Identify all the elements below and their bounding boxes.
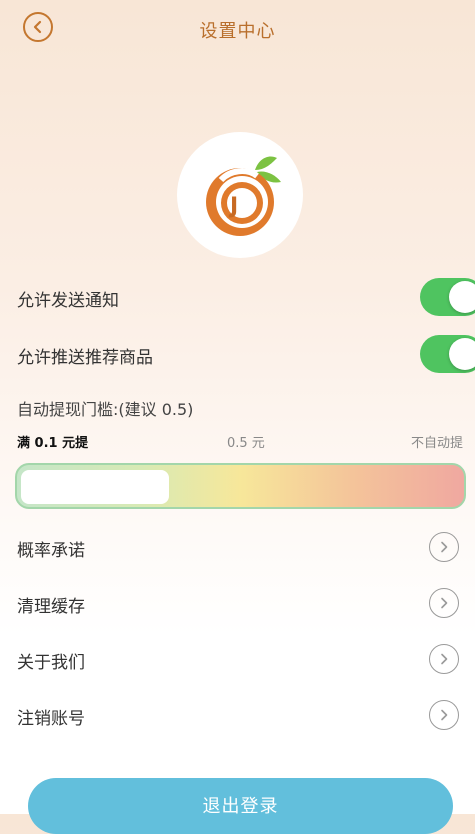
menu-item-about[interactable]: 关于我们: [0, 638, 475, 682]
menu-item-delete-account[interactable]: 注销账号: [0, 694, 475, 738]
menu-label: 注销账号: [17, 709, 85, 729]
toggle-label-notifications: 允许发送通知: [17, 291, 119, 311]
toggle-row-notifications: 允许发送通知: [17, 278, 475, 318]
menu-label: 清理缓存: [17, 597, 85, 617]
threshold-scale-left: 满 0.1 元提: [17, 436, 89, 451]
orange-logo-icon: [206, 156, 281, 236]
toggle-knob: [449, 338, 475, 370]
chevron-right-circle-icon: [429, 644, 459, 674]
notifications-toggle[interactable]: [420, 278, 475, 316]
logout-button[interactable]: 退出登录: [28, 778, 453, 834]
menu-item-probability[interactable]: 概率承诺: [0, 526, 475, 570]
toggle-row-recommend: 允许推送推荐商品: [17, 335, 475, 375]
app-logo: J: [177, 132, 303, 258]
menu-item-clear-cache[interactable]: 清理缓存: [0, 582, 475, 626]
top-bar: 设置中心: [0, 0, 475, 60]
chevron-right-circle-icon: [429, 532, 459, 562]
threshold-scale-mid: 0.5 元: [227, 436, 265, 451]
threshold-scale-right: 不自动提: [410, 436, 463, 451]
page-title: 设置中心: [199, 21, 276, 42]
chevron-right-circle-icon: [429, 700, 459, 730]
threshold-slider[interactable]: [15, 463, 466, 509]
threshold-title: 自动提现门槛:(建议 0.5): [17, 400, 194, 419]
toggle-label-recommend: 允许推送推荐商品: [17, 348, 153, 368]
slider-handle[interactable]: [21, 470, 169, 504]
toggle-knob: [449, 281, 475, 313]
chevron-right-circle-icon: [429, 588, 459, 618]
menu-label: 概率承诺: [17, 541, 85, 561]
menu-label: 关于我们: [17, 653, 85, 673]
recommend-toggle[interactable]: [420, 335, 475, 373]
logo-letter: J: [230, 194, 239, 219]
